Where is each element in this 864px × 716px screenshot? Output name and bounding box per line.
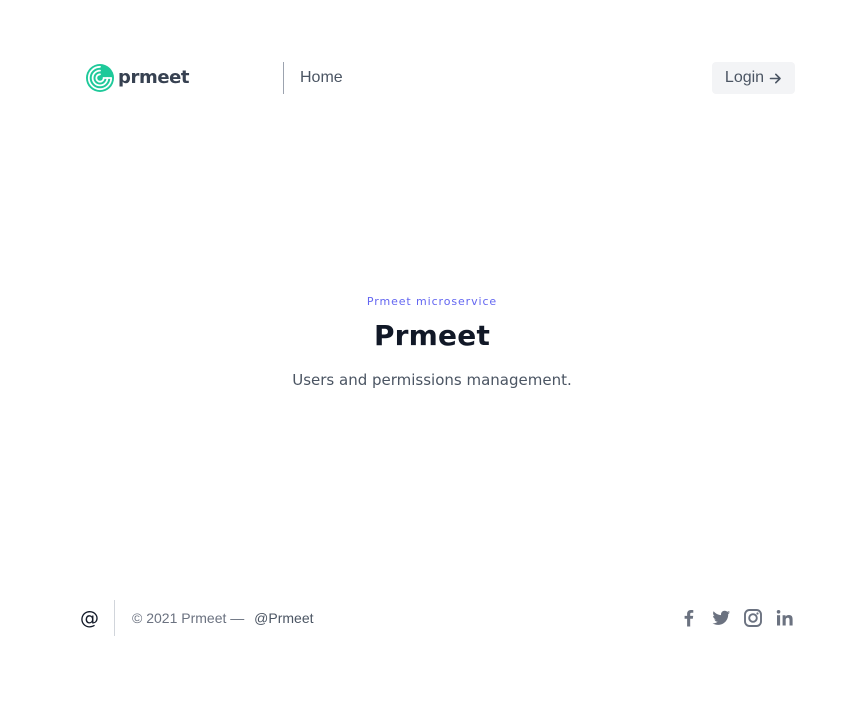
social-links: [678, 607, 796, 629]
copyright-label: © 2021 Prmeet —: [132, 610, 245, 626]
hero-section: Prmeet microservice Prmeet Users and per…: [0, 290, 864, 392]
site-header: prmeet Home Login: [0, 0, 864, 156]
nav-link-home[interactable]: Home: [300, 68, 343, 88]
hero-subtitle: Users and permissions management.: [292, 371, 572, 389]
twitter-link[interactable]: [710, 607, 732, 629]
linkedin-icon: [776, 610, 793, 626]
site-footer: @ © 2021 Prmeet — @Prmeet: [0, 598, 864, 638]
hero-eyebrow: Prmeet microservice: [366, 295, 498, 308]
facebook-icon: [684, 610, 694, 627]
facebook-link[interactable]: [678, 607, 700, 629]
nav-divider: [283, 62, 284, 94]
login-button[interactable]: Login: [712, 62, 795, 94]
brand-name: prmeet: [118, 67, 190, 88]
page: prmeet Home Login Prmeet microservice Pr…: [0, 0, 864, 716]
instagram-link[interactable]: [742, 607, 764, 629]
arrow-right-icon: [769, 73, 781, 83]
footer-logo[interactable]: @: [80, 606, 99, 630]
copyright-text: © 2021 Prmeet — @Prmeet: [132, 609, 314, 627]
social-handle-link[interactable]: @Prmeet: [254, 610, 313, 626]
prmeet-spiral-logo-icon: [86, 64, 114, 92]
footer-divider: [114, 600, 115, 636]
instagram-icon: [744, 609, 762, 627]
hero-title: Prmeet: [373, 319, 491, 352]
twitter-icon: [712, 610, 730, 625]
login-button-label: Login: [724, 69, 765, 86]
linkedin-link[interactable]: [774, 607, 796, 629]
brand-logo-link[interactable]: prmeet: [85, 63, 190, 93]
